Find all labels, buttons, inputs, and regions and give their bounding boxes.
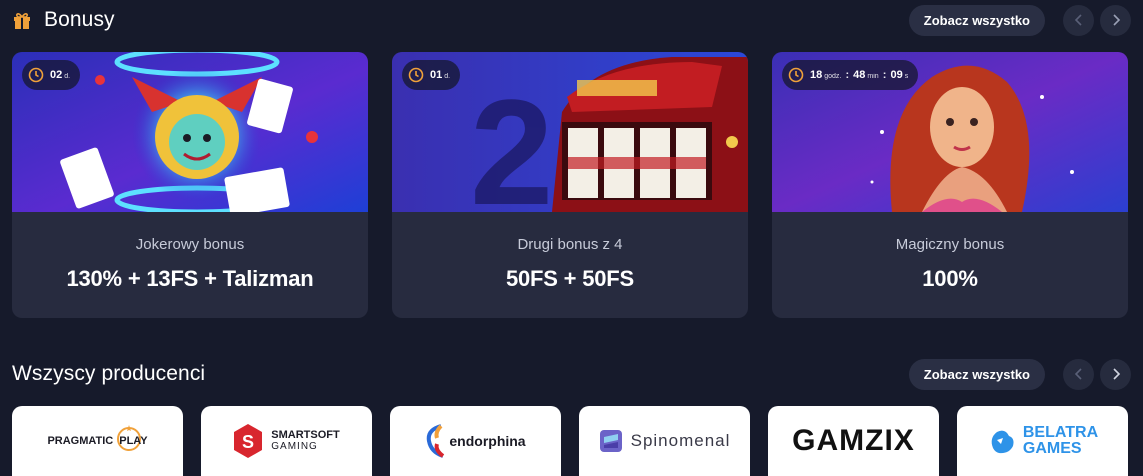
providers-title: Wszyscy producenci: [12, 362, 206, 385]
bonus-card-second[interactable]: 2 01 d. Drugi bonus z 4 50FS + 50FS: [392, 52, 748, 318]
provider-name: BELATRA: [1022, 424, 1099, 441]
clock-icon: [408, 67, 424, 83]
clock-icon: [28, 67, 44, 83]
chevron-right-icon: [1112, 14, 1120, 26]
provider-pragmatic-play[interactable]: PRAGMATIC PLAY: [12, 406, 183, 476]
timer-hours-unit: godz.: [824, 73, 842, 80]
provider-name-suffix: PLAY: [119, 435, 148, 447]
spinomenal-logo-icon: [599, 430, 622, 452]
svg-text:S: S: [242, 432, 254, 452]
provider-belatra[interactable]: BELATRA GAMES: [957, 406, 1128, 476]
gift-icon: [14, 13, 30, 29]
provider-gamzix[interactable]: GAMZIX: [768, 406, 939, 476]
chevron-right-icon: [1112, 368, 1120, 380]
belatra-logo-icon: [991, 430, 1014, 454]
bonuses-next-button[interactable]: [1100, 4, 1131, 36]
bonus-card-joker[interactable]: 02 d. Jokerowy bonus 130% + 13FS + Talizm…: [12, 52, 368, 318]
providers-see-all-button[interactable]: Zobacz wszystko: [908, 358, 1045, 390]
bonus-timer: 18 godz. : 48 min : 09 s: [782, 60, 919, 90]
bonus-timer: 01 d.: [402, 60, 461, 90]
chevron-left-icon: [1074, 368, 1082, 380]
bonus-value: 50FS + 50FS: [505, 266, 635, 291]
bonus-card-magic[interactable]: 18 godz. : 48 min : 09 s Magiczny bonus 100…: [772, 52, 1128, 318]
provider-name-suffix: GAMES: [1022, 440, 1082, 457]
bonus-subtitle: Drugi bonus z 4: [517, 236, 623, 253]
chevron-left-icon: [1074, 14, 1082, 26]
provider-name: SMARTSOFT: [271, 429, 340, 441]
bonus-image-number: 2: [470, 68, 553, 212]
timer-seconds-unit: s: [904, 73, 909, 80]
timer-hours: 18: [810, 69, 823, 81]
provider-name: Spinomenal: [630, 431, 731, 450]
provider-name: endorphina: [449, 433, 526, 449]
timer-days-unit: d.: [444, 73, 451, 80]
bonus-value: 130% + 13FS + Talizman: [66, 266, 314, 291]
timer-minutes-unit: min: [867, 73, 879, 80]
provider-spinomenal[interactable]: Spinomenal: [579, 406, 750, 476]
providers-prev-button[interactable]: [1063, 358, 1094, 390]
bonus-subtitle: Magiczny bonus: [895, 236, 1005, 253]
endorphina-logo-icon: [427, 424, 445, 458]
provider-name-suffix: GAMING: [271, 441, 318, 452]
smartsoft-logo-icon: S: [234, 424, 263, 458]
providers-header: Wszyscy producenci Zobacz wszystko: [12, 356, 1131, 392]
bonuses-title: Bonusy: [44, 8, 115, 31]
bonus-value: 100%: [922, 266, 978, 291]
providers-next-button[interactable]: [1100, 358, 1131, 390]
provider-name: GAMZIX: [792, 424, 915, 457]
timer-seconds: 09: [890, 69, 903, 81]
timer-minutes: 48: [853, 69, 866, 81]
provider-smartsoft[interactable]: S SMARTSOFT GAMING: [201, 406, 372, 476]
bonuses-see-all-button[interactable]: Zobacz wszystko: [908, 4, 1045, 36]
bonus-timer: 02 d.: [22, 60, 81, 90]
bonuses-prev-button[interactable]: [1063, 4, 1094, 36]
bonuses-header: Bonusy Zobacz wszystko: [12, 2, 1131, 38]
timer-days: 01: [430, 69, 443, 81]
timer-days: 02: [50, 69, 63, 81]
clock-icon: [788, 67, 804, 83]
provider-endorphina[interactable]: endorphina: [390, 406, 561, 476]
timer-days-unit: d.: [64, 73, 71, 80]
provider-name: PRAGMATIC: [47, 435, 114, 447]
bonus-subtitle: Jokerowy bonus: [135, 236, 245, 253]
